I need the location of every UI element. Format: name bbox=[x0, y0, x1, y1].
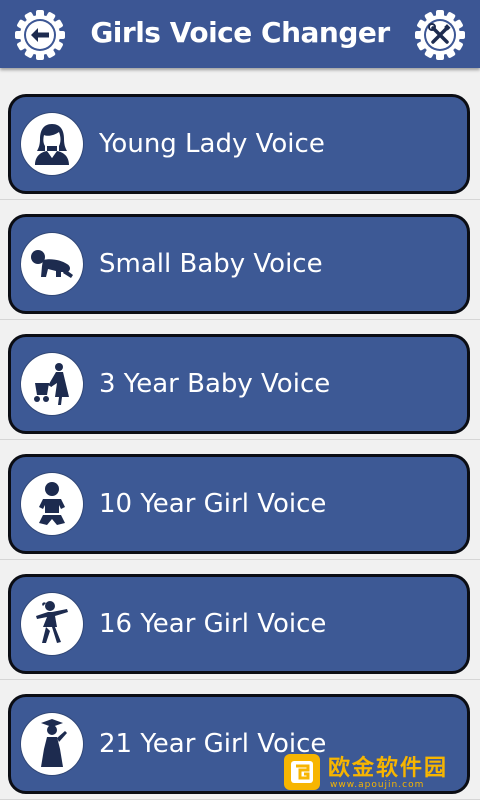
voice-label: 16 Year Girl Voice bbox=[99, 609, 327, 639]
crawling-baby-icon bbox=[21, 233, 83, 295]
page-title: Girls Voice Changer bbox=[90, 16, 390, 49]
tools-icon bbox=[415, 10, 465, 60]
dancing-girl-icon bbox=[21, 593, 83, 655]
list-item: 16 Year Girl Voice bbox=[0, 560, 480, 680]
app-header: Girls Voice Changer bbox=[0, 0, 480, 68]
voice-label: 10 Year Girl Voice bbox=[99, 489, 327, 519]
voice-button-3-year-baby[interactable]: 3 Year Baby Voice bbox=[8, 334, 470, 434]
watermark: 欧金软件园 www.apoujin.com bbox=[276, 748, 480, 800]
voice-button-16-year-girl[interactable]: 16 Year Girl Voice bbox=[8, 574, 470, 674]
voice-label: Young Lady Voice bbox=[99, 129, 325, 159]
tools-button[interactable] bbox=[412, 7, 468, 63]
voice-label: 3 Year Baby Voice bbox=[99, 369, 331, 399]
list-item: Young Lady Voice bbox=[0, 80, 480, 200]
list-item: Small Baby Voice bbox=[0, 200, 480, 320]
watermark-text: 欧金软件园 bbox=[328, 756, 449, 781]
watermark-logo-icon bbox=[284, 754, 320, 790]
mother-stroller-icon bbox=[21, 353, 83, 415]
list-item: 10 Year Girl Voice bbox=[0, 440, 480, 560]
voice-button-young-lady[interactable]: Young Lady Voice bbox=[8, 94, 470, 194]
young-lady-icon bbox=[21, 113, 83, 175]
graduate-girl-icon bbox=[21, 713, 83, 775]
voice-button-small-baby[interactable]: Small Baby Voice bbox=[8, 214, 470, 314]
watermark-url: www.apoujin.com bbox=[330, 780, 425, 790]
baby-icon bbox=[21, 473, 83, 535]
list-item: 3 Year Baby Voice bbox=[0, 320, 480, 440]
voice-list: Young Lady Voice Small Baby Voice 3 Year… bbox=[0, 80, 480, 800]
voice-label: Small Baby Voice bbox=[99, 249, 323, 279]
voice-button-10-year-girl[interactable]: 10 Year Girl Voice bbox=[8, 454, 470, 554]
